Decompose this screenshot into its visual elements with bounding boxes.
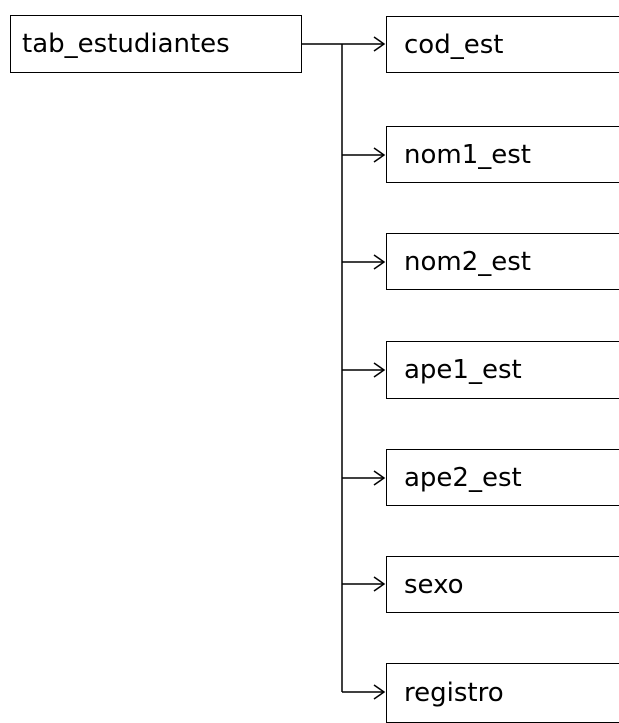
field-label: ape1_est [404, 355, 522, 385]
field-label: registro [404, 678, 504, 708]
field-box-ape1-est: ape1_est [386, 341, 619, 399]
field-label: nom2_est [404, 246, 531, 277]
field-label: cod_est [404, 29, 504, 60]
root-table-label: tab_estudiantes [22, 29, 230, 59]
field-label: sexo [404, 569, 464, 600]
field-label: ape2_est [404, 462, 522, 493]
field-box-registro: registro [386, 663, 619, 723]
field-box-nom2-est: nom2_est [386, 233, 619, 290]
branch-ape1-est [342, 362, 386, 378]
branch-nom2-est [342, 254, 386, 270]
field-box-nom1-est: nom1_est [386, 126, 619, 183]
branch-ape2-est [342, 470, 386, 486]
field-label: nom1_est [404, 139, 531, 170]
branch-sexo [342, 576, 386, 592]
branch-registro [342, 684, 386, 700]
root-table-box: tab_estudiantes [10, 15, 302, 73]
field-box-sexo: sexo [386, 556, 619, 613]
branch-nom1-est [342, 147, 386, 163]
field-box-cod-est: cod_est [386, 16, 619, 73]
field-box-ape2-est: ape2_est [386, 449, 619, 506]
branch-cod-est [342, 36, 386, 52]
